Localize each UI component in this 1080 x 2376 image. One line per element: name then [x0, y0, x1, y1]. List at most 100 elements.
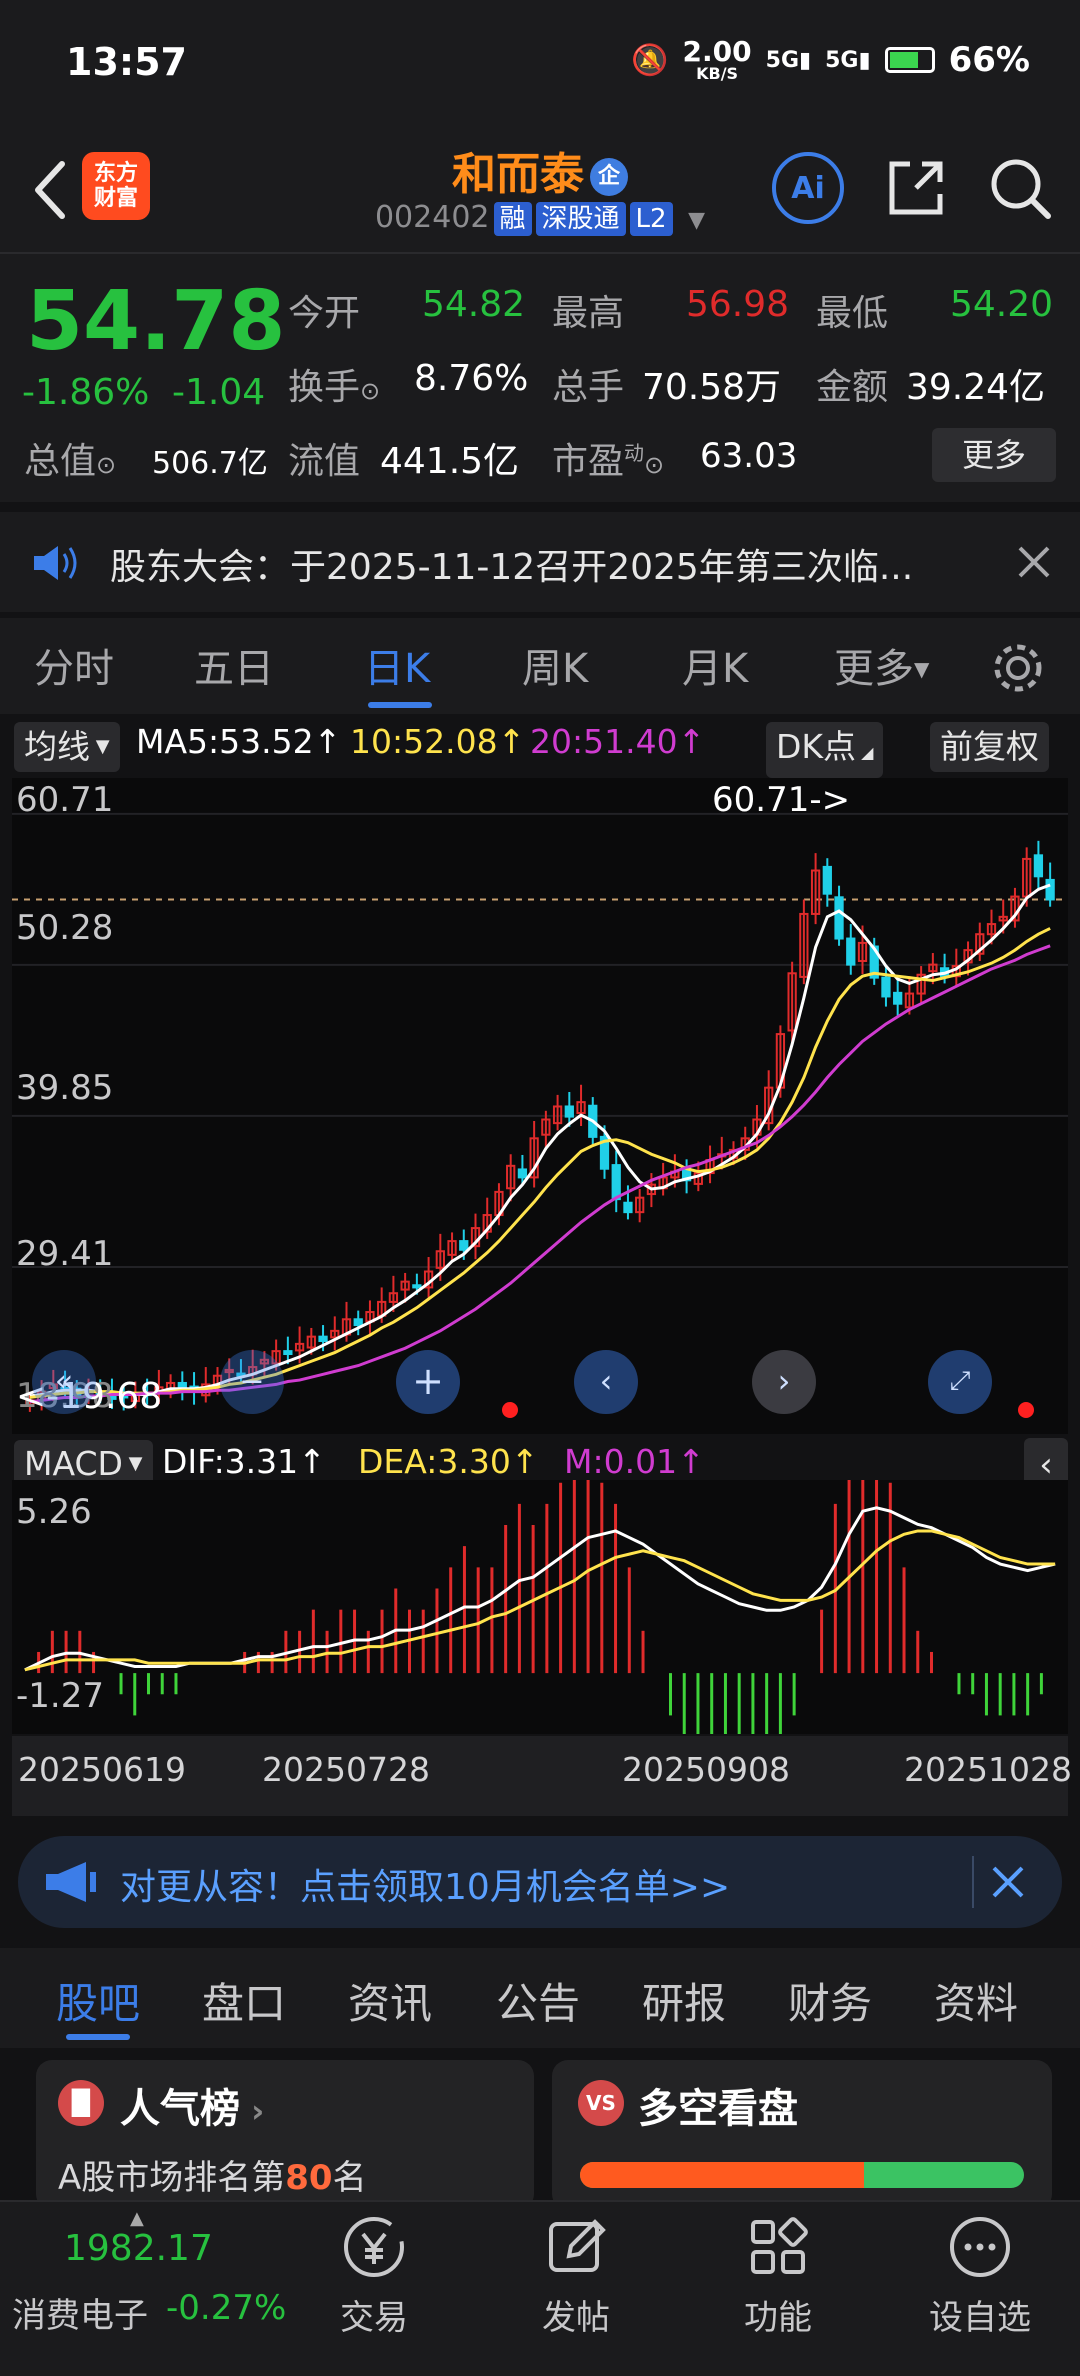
content-tab-underline: [66, 2034, 130, 2040]
popularity-card[interactable]: ▐▌ 人气榜 › A股市场排名第80名: [36, 2060, 534, 2210]
bull-fill: [580, 2162, 865, 2188]
yen-icon: [344, 2217, 404, 2277]
info-icon-3[interactable]: ⊙: [644, 451, 664, 479]
date-label-4: 20251028: [904, 1750, 1072, 1789]
grid-icon: [751, 2217, 808, 2274]
prev-button[interactable]: ‹: [574, 1350, 638, 1414]
search-icon[interactable]: [984, 152, 1056, 224]
candle: [822, 865, 832, 895]
status-time: 13:57: [66, 40, 187, 84]
candle: [611, 1164, 621, 1201]
rewind-button[interactable]: «: [32, 1350, 96, 1414]
mcap-label-text: 总值: [24, 441, 97, 482]
zoom-in-button[interactable]: +: [396, 1350, 460, 1414]
next-button[interactable]: ›: [752, 1350, 816, 1414]
date-label-3: 20250908: [622, 1750, 790, 1789]
nav-functions[interactable]: 功能: [698, 2212, 858, 2339]
nav-add-watchlist[interactable]: 设自选: [900, 2212, 1060, 2339]
candle: [834, 896, 844, 940]
caret-up-icon: ▲: [130, 2208, 144, 2229]
tab-announcements[interactable]: 公告: [496, 1970, 580, 2031]
stock-name-text: 和而泰: [452, 149, 584, 200]
tab-pankou[interactable]: 盘口: [202, 1970, 286, 2031]
edit-icon: [549, 2219, 606, 2272]
tab-five-day[interactable]: 五日: [194, 636, 274, 694]
info-icon[interactable]: ⊙: [360, 377, 380, 405]
info-icon-2[interactable]: ⊙: [96, 451, 116, 479]
macd-selector-label: MACD: [24, 1444, 123, 1483]
nav-post[interactable]: 发帖: [496, 2212, 656, 2339]
notice-text: 股东大会：于2025-11-12召开2025年第三次临...: [110, 547, 914, 588]
y-tick-4: 29.41: [16, 1234, 114, 1274]
zoom-out-button[interactable]: −: [220, 1350, 284, 1414]
bull-bear-card[interactable]: VS 多空看盘: [552, 2060, 1052, 2210]
content-tabs: 股吧 盘口 资讯 公告 研报 财务 资料: [0, 1948, 1080, 2048]
last-price: 54.78: [26, 274, 286, 369]
tab-weekly-k[interactable]: 周K: [522, 636, 588, 694]
ma5-line: [29, 883, 1051, 1398]
tab-research[interactable]: 研报: [642, 1970, 726, 2031]
dea-value: DEA:3.30↑: [358, 1442, 539, 1481]
battery-icon: [884, 47, 935, 73]
y-tick-2: 50.28: [16, 908, 114, 948]
tab-daily-k[interactable]: 日K: [364, 636, 430, 694]
kline-chart[interactable]: 60.71 50.28 39.85 29.41 60.71-> 18.98 <-…: [12, 778, 1068, 1434]
nav-post-label: 发帖: [542, 2298, 610, 2338]
bottom-nav: 1982.17 ▲ 消费电子 -0.27% 交易 发帖 功能 设自选: [0, 2200, 1080, 2376]
mute-icon: 🔕: [631, 42, 669, 78]
tab-guba[interactable]: 股吧: [56, 1970, 140, 2031]
tab-more[interactable]: 更多▼: [834, 636, 929, 694]
fullscreen-icon[interactable]: ⤢: [928, 1350, 992, 1414]
nav-trade-label: 交易: [340, 2298, 408, 2338]
event-dot: [502, 1402, 518, 1418]
chevron-right-icon: ›: [240, 2092, 265, 2130]
close-icon[interactable]: [1016, 544, 1052, 580]
index-value[interactable]: 1982.17: [64, 2228, 213, 2269]
high-value: 56.98: [686, 284, 790, 325]
event-dot-2: [1018, 1402, 1034, 1418]
tab-news[interactable]: 资讯: [348, 1970, 432, 2031]
settings-icon[interactable]: [990, 640, 1046, 696]
promo-banner[interactable]: 对更从容！点击领取10月机会名单>>: [18, 1836, 1062, 1928]
y-tick-1: 60.71: [16, 780, 114, 820]
candle: [318, 1335, 328, 1342]
candle: [846, 937, 856, 966]
stock-code: 002402: [374, 200, 490, 235]
candle: [1033, 854, 1044, 878]
tab-finance[interactable]: 财务: [788, 1970, 872, 2031]
open-value: 54.82: [422, 284, 526, 325]
more-dots-icon: [950, 2217, 1010, 2277]
dk-point-button[interactable]: DK点 ◢: [766, 722, 884, 778]
nav-add-watchlist-label: 设自选: [929, 2298, 1031, 2338]
ai-button[interactable]: Ai: [772, 152, 844, 224]
rank-number: 80: [285, 2158, 333, 2198]
low-value: 54.20: [950, 284, 1054, 325]
feature-cards: ▐▌ 人气榜 › A股市场排名第80名 VS 多空看盘: [0, 2050, 1080, 2210]
tab-profile[interactable]: 资料: [934, 1970, 1018, 2031]
date-label-1: 20250619: [18, 1750, 186, 1789]
ma20-value: 20:51.40↑: [530, 722, 706, 761]
nav-trade[interactable]: 交易: [294, 2212, 454, 2339]
mcap-label: 总值⊙: [24, 432, 116, 484]
share-icon[interactable]: [880, 152, 952, 224]
tab-monthly-k[interactable]: 月K: [682, 636, 748, 694]
corner-icon: ◢: [856, 743, 874, 762]
macd-chart[interactable]: 5.26 -1.27: [12, 1334, 1068, 1779]
index-name[interactable]: 消费电子: [12, 2288, 148, 2337]
pe-label-text: 市盈: [552, 441, 625, 482]
tab-intraday[interactable]: 分时: [34, 636, 114, 694]
candle: [283, 1350, 293, 1356]
macd-y-tick-1: 5.26: [16, 1492, 92, 1532]
close-banner-icon[interactable]: [990, 1864, 1026, 1900]
rank-text: A股市场排名第80名: [58, 2150, 367, 2199]
indicator-selector[interactable]: 均线 ▼: [14, 722, 120, 772]
notice-bar[interactable]: 股东大会：于2025-11-12召开2025年第三次临...: [0, 512, 1080, 612]
signal-label: 5G: [765, 47, 800, 73]
adjust-button[interactable]: 前复权: [930, 722, 1049, 772]
more-quote-button[interactable]: 更多: [932, 428, 1056, 482]
candle: [893, 991, 903, 1005]
bull-bear-title: 多空看盘: [638, 2086, 798, 2132]
popularity-title-text: 人气榜: [120, 2086, 240, 2132]
vs-icon: VS: [578, 2080, 624, 2126]
ma5-value: MA5:53.52↑: [136, 722, 342, 761]
